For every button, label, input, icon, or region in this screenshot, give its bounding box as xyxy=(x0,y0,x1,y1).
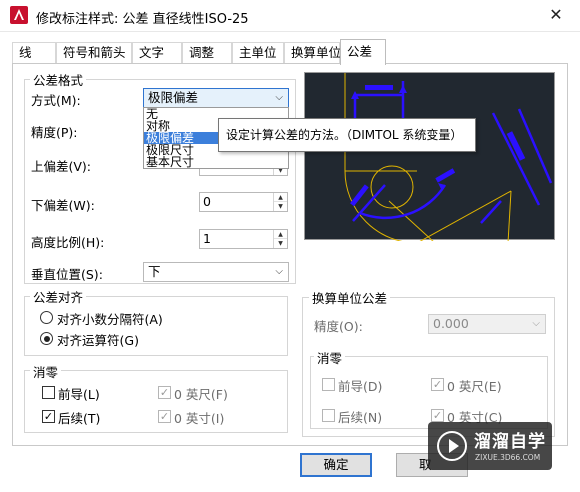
window-title: 修改标注样式: 公差 直径线性ISO-25 xyxy=(36,12,249,27)
alt-zero-feet-checkbox: ✓ xyxy=(431,378,444,391)
watermark-logo-icon xyxy=(437,431,467,461)
chevron-down-icon: ⌵ xyxy=(532,318,540,329)
upper-deviation-label: 上偏差(V): xyxy=(31,159,92,174)
vertical-position-label: 垂直位置(S): xyxy=(31,267,103,282)
method-select-value: 极限偏差 xyxy=(148,90,199,105)
tab-text[interactable]: 文字 xyxy=(132,42,182,64)
watermark-title: 溜溜自学 xyxy=(474,432,546,452)
spin-up-icon[interactable]: ▲ xyxy=(274,230,287,239)
zero-feet-checkbox: ✓ xyxy=(158,386,171,399)
trailing-zero-label[interactable]: 后续(T) xyxy=(58,408,100,427)
title-bar: 修改标注样式: 公差 直径线性ISO-25 ✕ xyxy=(0,0,580,32)
align-operator-radio[interactable] xyxy=(40,332,53,345)
method-tooltip: 设定计算公差的方法。（DIMTOL 系统变量） xyxy=(218,118,476,152)
tolerance-format-title: 公差格式 xyxy=(30,70,87,89)
height-scale-spinner[interactable]: ▲ ▼ xyxy=(273,230,287,248)
align-operator-label[interactable]: 对齐运算符(G) xyxy=(57,330,139,349)
trailing-zero-checkbox[interactable]: ✓ xyxy=(42,410,55,423)
alt-precision-label: 精度(O): xyxy=(314,319,363,334)
height-scale-value: 1 xyxy=(203,231,211,246)
chevron-down-icon: ⌵ xyxy=(275,92,283,103)
alt-precision-value: 0.000 xyxy=(433,316,469,331)
method-option-basic[interactable]: 基本尺寸 xyxy=(144,156,288,168)
height-scale-label: 高度比例(H): xyxy=(31,235,105,250)
alt-precision-select: 0.000 ⌵ xyxy=(428,314,546,334)
zero-feet-label: 0 英尺(F) xyxy=(174,387,228,402)
tab-fit[interactable]: 调整 xyxy=(182,42,232,64)
close-button[interactable]: ✕ xyxy=(540,2,572,28)
lower-deviation-value: 0 xyxy=(203,194,211,209)
preview-drawing xyxy=(344,73,553,244)
leading-zero-checkbox[interactable] xyxy=(42,386,55,399)
vertical-position-value: 下 xyxy=(148,264,161,279)
ok-button[interactable]: 确定 xyxy=(300,453,372,477)
lower-deviation-input[interactable]: 0 ▲ ▼ xyxy=(199,192,288,212)
chevron-down-icon: ⌵ xyxy=(275,266,283,277)
zero-suppression-title: 消零 xyxy=(30,362,62,381)
tolerance-alignment-title: 公差对齐 xyxy=(30,287,87,306)
spin-down-icon[interactable]: ▼ xyxy=(274,239,287,248)
autocad-logo-icon xyxy=(10,6,28,24)
site-watermark: 溜溜自学 ZIXUE.3D66.COM xyxy=(428,422,552,470)
watermark-subtitle: ZIXUE.3D66.COM xyxy=(475,453,541,462)
tab-alternate-units[interactable]: 换算单位 xyxy=(284,42,341,64)
align-decimal-radio[interactable] xyxy=(40,311,53,324)
alternate-tolerance-title: 换算单位公差 xyxy=(309,288,391,307)
tab-primary-units[interactable]: 主单位 xyxy=(232,42,284,64)
alt-trailing-zero-label: 后续(N) xyxy=(338,410,383,425)
alt-leading-zero-label: 前导(D) xyxy=(338,379,383,394)
tab-tolerances[interactable]: 公差 xyxy=(340,39,386,65)
spin-down-icon[interactable]: ▼ xyxy=(274,202,287,211)
alt-zero-suppression-title: 消零 xyxy=(314,348,346,367)
dimension-preview xyxy=(304,72,555,244)
zero-inches-label: 0 英寸(I) xyxy=(174,411,225,426)
zero-inches-checkbox: ✓ xyxy=(158,410,171,423)
align-decimal-label[interactable]: 对齐小数分隔符(A) xyxy=(57,309,163,328)
precision-label: 精度(P): xyxy=(31,125,78,140)
alt-zero-inches-checkbox: ✓ xyxy=(431,409,444,422)
alt-zero-feet-label: 0 英尺(E) xyxy=(447,379,502,394)
lower-deviation-spinner[interactable]: ▲ ▼ xyxy=(273,193,287,211)
spin-up-icon[interactable]: ▲ xyxy=(274,193,287,202)
method-select[interactable]: 极限偏差 ⌵ xyxy=(143,88,289,108)
height-scale-input[interactable]: 1 ▲ ▼ xyxy=(199,229,288,249)
tab-lines[interactable]: 线 xyxy=(12,42,56,64)
vertical-position-select[interactable]: 下 ⌵ xyxy=(143,262,289,282)
alt-trailing-zero-checkbox xyxy=(322,409,335,422)
alt-leading-zero-checkbox xyxy=(322,378,335,391)
method-label: 方式(M): xyxy=(31,93,81,108)
leading-zero-label[interactable]: 前导(L) xyxy=(58,384,100,403)
tab-symbols-arrows[interactable]: 符号和箭头 xyxy=(56,42,132,64)
lower-deviation-label: 下偏差(W): xyxy=(31,198,95,213)
